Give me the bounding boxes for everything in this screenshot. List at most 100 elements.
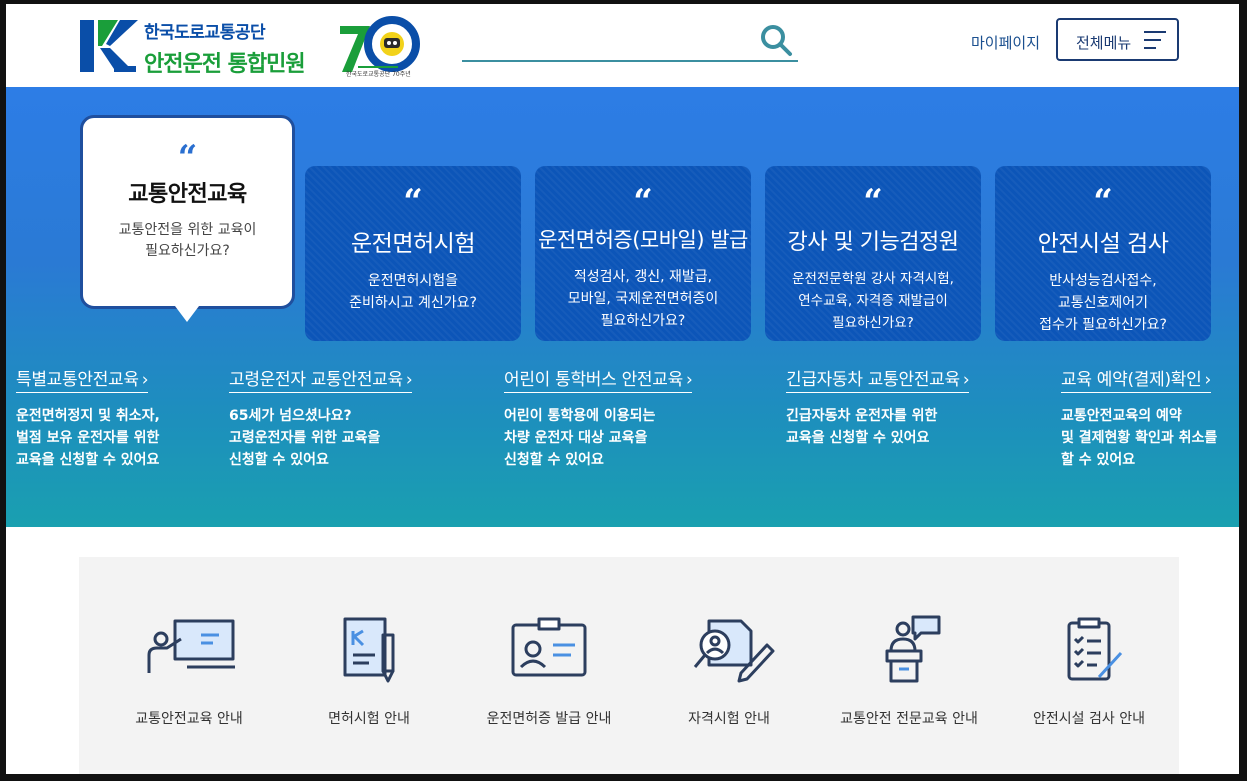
card-desc-line: 운전전문학원 강사 자격시험, <box>792 271 954 287</box>
link-desc-line: 신청할 수 있어요 <box>229 452 329 468</box>
link-desc: 65세가 넘으셨나요? 고령운전자를 위한 교육을 신청할 수 있어요 <box>229 405 412 471</box>
link-desc-line: 어린이 통학용에 이용되는 <box>504 408 656 424</box>
quick-menu: 교통안전교육 안내 면허시험 안내 운전면허증 발급 안내 자격시험 안내 교통… <box>79 557 1179 774</box>
quick-item-facility-inspection-guide[interactable]: 안전시설 검사 안내 <box>999 557 1179 774</box>
card-desc-line: 접수가 필요하신가요? <box>1039 317 1167 333</box>
link-title[interactable]: 긴급자동차 교통안전교육 › <box>786 365 970 393</box>
link-reservation-check: 교육 예약(결제)확인 › 교통안전교육의 예약 및 결제현황 확인과 취소를 할… <box>1061 365 1217 471</box>
link-desc-line: 교육을 신청할 수 있어요 <box>786 430 930 446</box>
link-senior-driver-education: 고령운전자 교통안전교육 › 65세가 넘으셨나요? 고령운전자를 위한 교육을 … <box>229 365 413 471</box>
hamburger-icon <box>1144 31 1166 49</box>
quick-item-expert-education-guide[interactable]: 교통안전 전문교육 안내 <box>819 557 999 774</box>
card-desc-line: 운전면허시험을 <box>367 273 459 289</box>
chevron-right-icon: › <box>685 370 693 390</box>
link-desc-line: 할 수 있어요 <box>1061 452 1136 468</box>
id-card-icon <box>511 617 587 677</box>
link-desc-line: 차량 운전자 대상 교육을 <box>504 430 648 446</box>
chevron-right-icon: › <box>405 370 413 390</box>
link-school-bus-education: 어린이 통학버스 안전교육 › 어린이 통학용에 이용되는 차량 운전자 대상 교… <box>504 365 693 471</box>
chevron-right-icon: › <box>141 370 149 390</box>
card-title: 강사 및 기능검정원 <box>787 230 959 255</box>
quote-icon: “ <box>1093 182 1113 222</box>
mypage-link[interactable]: 마이페이지 <box>971 32 1040 53</box>
card-desc: 운전전문학원 강사 자격시험, 연수교육, 자격증 재발급이 필요하신가요? <box>765 268 981 334</box>
page-frame: 한국도로교통공단 안전운전 통합민원 한국도로교통공단 70주년 마이페이지 전… <box>6 4 1239 774</box>
link-desc-line: 운전면허정지 및 취소자, <box>16 408 160 424</box>
card-desc: 운전면허시험을 준비하시고 계신가요? <box>305 270 521 314</box>
search-bar <box>462 18 798 62</box>
card-license-exam[interactable]: “ 운전면허시험 운전면허시험을 준비하시고 계신가요? <box>305 166 521 341</box>
card-title: 교통안전교육 <box>128 182 247 207</box>
quick-item-label: 자격시험 안내 <box>688 711 770 727</box>
card-desc-line: 필요하신가요? <box>600 313 686 329</box>
quick-item-label: 교통안전교육 안내 <box>135 711 243 727</box>
link-title[interactable]: 어린이 통학버스 안전교육 › <box>504 365 693 393</box>
link-title[interactable]: 고령운전자 교통안전교육 › <box>229 365 413 393</box>
link-desc-line: 긴급자동차 운전자를 위한 <box>786 408 938 424</box>
koroad-logo-icon[interactable] <box>80 18 140 74</box>
card-desc-line: 연수교육, 자격증 재발급이 <box>798 293 948 309</box>
anniversary-caption: 한국도로교통공단 70주년 <box>346 71 411 78</box>
link-desc-line: 신청할 수 있어요 <box>504 452 604 468</box>
lecturer-podium-icon <box>885 615 941 683</box>
search-person-pen-icon <box>693 619 775 683</box>
quick-item-license-exam-guide[interactable]: 면허시험 안내 <box>279 557 459 774</box>
chevron-right-icon: › <box>1204 370 1212 390</box>
quick-item-label: 운전면허증 발급 안내 <box>486 711 612 727</box>
card-title: 안전시설 검사 <box>1037 231 1169 257</box>
card-license-issuance[interactable]: “ 운전면허증(모바일) 발급 적성검사, 갱신, 재발급, 모바일, 국제운전… <box>535 166 751 341</box>
link-special-education: 특별교통안전교육 › 운전면허정지 및 취소자, 벌점 보유 운전자를 위한 교육… <box>16 365 160 471</box>
card-instructor-examiner[interactable]: “ 강사 및 기능검정원 운전전문학원 강사 자격시험, 연수교육, 자격증 재… <box>765 166 981 341</box>
search-icon[interactable] <box>758 22 794 58</box>
quote-icon: “ <box>633 182 653 222</box>
teacher-board-icon <box>147 619 235 673</box>
card-desc: 교통안전을 위한 교육이 필요하신가요? <box>83 220 292 262</box>
link-label: 긴급자동차 교통안전교육 <box>786 370 960 390</box>
card-desc-line: 교통안전을 위한 교육이 <box>118 222 257 238</box>
link-title[interactable]: 특별교통안전교육 › <box>16 365 149 393</box>
link-label: 고령운전자 교통안전교육 <box>229 370 403 390</box>
chevron-right-icon: › <box>962 370 970 390</box>
quick-item-qualification-exam-guide[interactable]: 자격시험 안내 <box>639 557 819 774</box>
search-input[interactable] <box>462 18 752 58</box>
card-desc-line: 준비하시고 계신가요? <box>349 295 477 311</box>
link-desc-line: 및 결제현황 확인과 취소를 <box>1061 430 1218 446</box>
card-desc-line: 모바일, 국제운전면허증이 <box>567 291 719 307</box>
card-desc-line: 필요하신가요? <box>832 315 914 331</box>
quick-item-label: 교통안전 전문교육 안내 <box>840 711 978 727</box>
link-desc-line: 65세가 넘으셨나요? <box>229 408 352 424</box>
quote-icon: “ <box>863 182 883 222</box>
card-title: 운전면허시험 <box>351 231 475 257</box>
link-desc: 긴급자동차 운전자를 위한 교육을 신청할 수 있어요 <box>786 405 969 449</box>
quote-icon: “ <box>177 138 198 178</box>
link-label: 교육 예약(결제)확인 <box>1061 370 1202 390</box>
link-desc: 운전면허정지 및 취소자, 벌점 보유 운전자를 위한 교육을 신청할 수 있어… <box>16 405 160 471</box>
link-label: 어린이 통학버스 안전교육 <box>504 370 683 390</box>
card-desc: 반사성능검사접수, 교통신호제어기 접수가 필요하신가요? <box>995 270 1211 336</box>
link-desc-line: 고령운전자를 위한 교육을 <box>229 430 381 446</box>
link-title[interactable]: 교육 예약(결제)확인 › <box>1061 365 1211 393</box>
card-desc-line: 교통신호제어기 <box>1057 295 1149 311</box>
quote-icon: “ <box>403 182 423 222</box>
quick-item-label: 안전시설 검사 안내 <box>1033 711 1145 727</box>
quick-item-education-guide[interactable]: 교통안전교육 안내 <box>99 557 279 774</box>
link-label: 특별교통안전교육 <box>16 370 139 390</box>
card-desc-line: 반사성능검사접수, <box>1049 273 1157 289</box>
link-desc-line: 벌점 보유 운전자를 위한 <box>16 430 160 446</box>
card-traffic-safety-education[interactable]: “ 교통안전교육 교통안전을 위한 교육이 필요하신가요? <box>80 115 295 322</box>
card-desc-line: 필요하신가요? <box>145 243 230 259</box>
link-desc: 교통안전교육의 예약 및 결제현황 확인과 취소를 할 수 있어요 <box>1061 405 1217 471</box>
card-safety-facility-inspection[interactable]: “ 안전시설 검사 반사성능검사접수, 교통신호제어기 접수가 필요하신가요? <box>995 166 1211 341</box>
speech-tail <box>175 306 199 322</box>
license-document-pen-icon <box>343 617 395 683</box>
service-name[interactable]: 안전운전 통합민원 <box>144 46 306 78</box>
site-header: 한국도로교통공단 안전운전 통합민원 한국도로교통공단 70주년 마이페이지 전… <box>6 4 1239 87</box>
card-desc: 적성검사, 갱신, 재발급, 모바일, 국제운전면허증이 필요하신가요? <box>535 266 751 332</box>
card-title: 운전면허증(모바일) 발급 <box>538 228 748 252</box>
quick-item-label: 면허시험 안내 <box>328 711 410 727</box>
quick-item-license-issuance-guide[interactable]: 운전면허증 발급 안내 <box>459 557 639 774</box>
org-name[interactable]: 한국도로교통공단 <box>144 18 266 43</box>
link-desc: 어린이 통학용에 이용되는 차량 운전자 대상 교육을 신청할 수 있어요 <box>504 405 692 471</box>
link-emergency-vehicle-education: 긴급자동차 교통안전교육 › 긴급자동차 운전자를 위한 교육을 신청할 수 있어… <box>786 365 970 449</box>
all-menu-button[interactable]: 전체메뉴 <box>1056 18 1179 61</box>
